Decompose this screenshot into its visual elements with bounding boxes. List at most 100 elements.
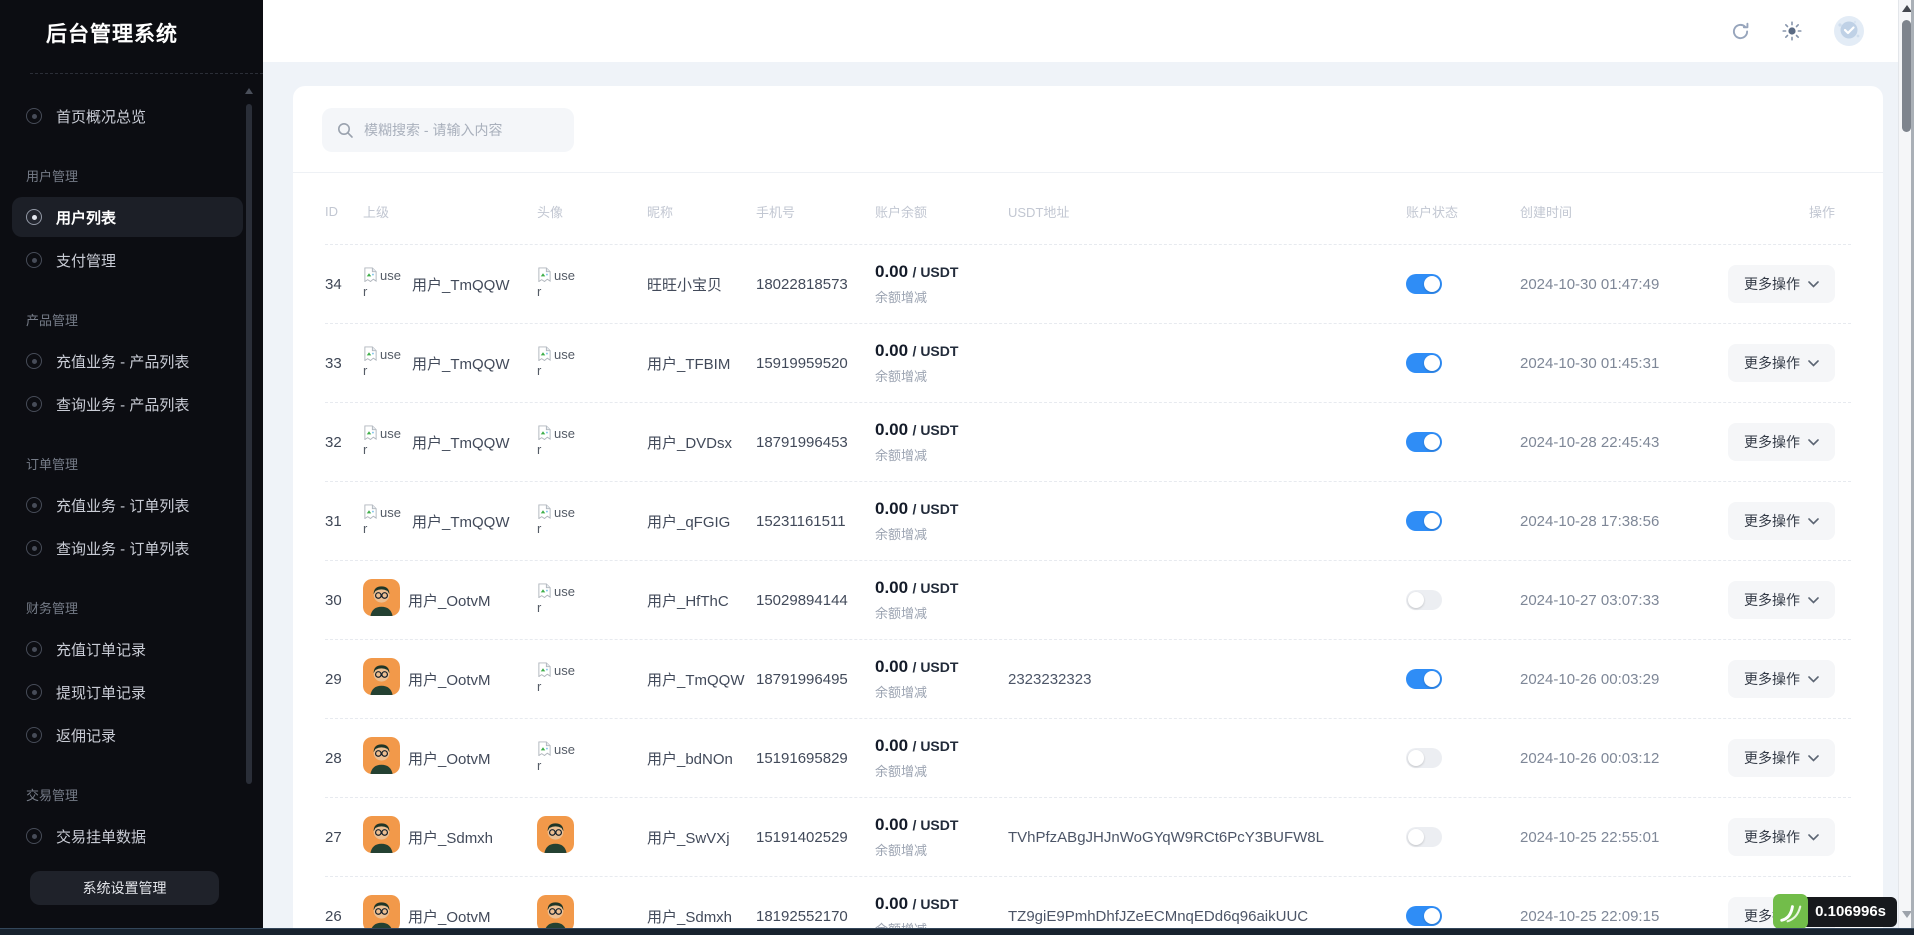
balance-adjust-link[interactable]: 余额增减 — [875, 445, 1008, 464]
cell-id: 33 — [325, 355, 363, 372]
page-load-time: 0.106996s — [1801, 897, 1897, 927]
balance-adjust-link[interactable]: 余额增减 — [875, 682, 1008, 701]
col-header-usdt: USDT地址 — [1008, 202, 1406, 221]
cell-balance: 0.00 / USDT 余额增减 — [875, 262, 1008, 306]
sidebar-item[interactable]: 查询业务 - 产品列表 — [12, 384, 243, 424]
user-list-card: ID 上级 头像 昵称 手机号 账户余额 USDT地址 账户状态 创建时间 操作… — [293, 86, 1883, 935]
sidebar-item[interactable]: 充值业务 - 订单列表 — [12, 485, 243, 525]
theme-toggle-icon[interactable] — [1781, 20, 1803, 42]
search-input[interactable] — [364, 122, 554, 138]
app-title: 后台管理系统 — [0, 0, 263, 48]
system-settings-button[interactable]: 系统设置管理 — [30, 871, 219, 905]
menu-dot-icon — [26, 727, 42, 743]
balance-value: 0.00 — [875, 578, 908, 597]
more-actions-button[interactable]: 更多操作 — [1728, 660, 1835, 698]
parent-name: 用户_OotvM — [408, 906, 491, 927]
parent-name: 用户_TmQQW — [412, 353, 510, 374]
balance-adjust-link[interactable]: 余额增减 — [875, 287, 1008, 306]
user-avatar — [363, 658, 400, 695]
scroll-down-icon[interactable] — [1902, 911, 1912, 918]
col-header-actions: 操作 — [1739, 202, 1835, 221]
balance-value: 0.00 — [875, 736, 908, 755]
toggle-knob — [1424, 355, 1440, 371]
thinkphp-trace-icon[interactable] — [1773, 894, 1808, 929]
status-toggle[interactable] — [1406, 669, 1442, 689]
more-actions-button[interactable]: 更多操作 — [1728, 581, 1835, 619]
sidebar-item[interactable]: 充值订单记录 — [12, 629, 243, 669]
status-toggle[interactable] — [1406, 590, 1442, 610]
status-toggle[interactable] — [1406, 274, 1442, 294]
page-scrollbar[interactable] — [1898, 0, 1914, 928]
menu-dot-icon — [26, 641, 42, 657]
broken-image-icon: user — [363, 346, 404, 380]
parent-name: 用户_Sdmxh — [408, 827, 493, 848]
table-row: 34 user 用户_TmQQW user 旺旺小宝贝 18022818573 … — [325, 245, 1851, 324]
cell-actions: 更多操作 — [1739, 423, 1835, 461]
status-toggle[interactable] — [1406, 906, 1442, 926]
more-actions-button[interactable]: 更多操作 — [1728, 502, 1835, 540]
cell-status — [1406, 511, 1520, 531]
page-scroll-thumb[interactable] — [1902, 20, 1911, 132]
cell-actions: 更多操作 — [1739, 502, 1835, 540]
status-toggle[interactable] — [1406, 353, 1442, 373]
chevron-down-icon — [1808, 281, 1819, 288]
more-actions-button[interactable]: 更多操作 — [1728, 739, 1835, 777]
balance-unit: / USDT — [913, 422, 959, 438]
balance-value: 0.00 — [875, 815, 908, 834]
balance-unit: / USDT — [913, 580, 959, 596]
menu-dot-icon — [26, 497, 42, 513]
sidebar-item[interactable]: 支付管理 — [12, 240, 243, 280]
menu-dot-icon — [26, 540, 42, 556]
debug-badge: 0.106996s — [1773, 894, 1897, 929]
refresh-icon[interactable] — [1730, 21, 1751, 42]
sidebar-item[interactable]: 返佣记录 — [12, 715, 243, 755]
parent-avatar-slot — [363, 579, 400, 621]
scroll-up-icon[interactable] — [1902, 5, 1912, 12]
sidebar-item[interactable]: 查询业务 - 订单列表 — [12, 528, 243, 568]
parent-avatar-slot — [363, 658, 400, 700]
sidebar-item-home[interactable]: 首页概况总览 — [12, 96, 243, 136]
col-header-status: 账户状态 — [1406, 202, 1520, 221]
sidebar-scrollbar[interactable] — [246, 88, 252, 935]
balance-value: 0.00 — [875, 499, 908, 518]
status-toggle[interactable] — [1406, 827, 1442, 847]
more-actions-button[interactable]: 更多操作 — [1728, 423, 1835, 461]
cell-created-at: 2024-10-28 22:45:43 — [1520, 434, 1739, 451]
cell-avatar: user — [537, 267, 647, 301]
avatar-slot: user — [537, 757, 578, 774]
avatar-slot: user — [537, 520, 578, 537]
col-header-nickname: 昵称 — [647, 202, 756, 221]
menu-dot-icon — [26, 353, 42, 369]
balance-adjust-link[interactable]: 余额增减 — [875, 603, 1008, 622]
sidebar-item[interactable]: 充值业务 - 产品列表 — [12, 341, 243, 381]
status-toggle[interactable] — [1406, 432, 1442, 452]
sidebar-groups: 用户管理 用户列表 支付管理 产品管理 充值业务 - 产品列表 查询业务 - 产… — [12, 166, 243, 856]
search-box[interactable] — [322, 108, 574, 152]
avatar-slot: user — [537, 599, 578, 616]
more-actions-button[interactable]: 更多操作 — [1728, 344, 1835, 382]
sidebar-item[interactable]: 用户列表 — [12, 197, 243, 237]
scroll-up-icon[interactable] — [245, 88, 253, 94]
balance-adjust-link[interactable]: 余额增减 — [875, 524, 1008, 543]
avatar-slot: user — [537, 362, 578, 379]
table-row: 26 用户_OotvM 用户_Sdmxh 18192552170 0.00 / … — [325, 877, 1851, 935]
balance-unit: / USDT — [913, 817, 959, 833]
more-actions-button[interactable]: 更多操作 — [1728, 265, 1835, 303]
balance-adjust-link[interactable]: 余额增减 — [875, 761, 1008, 780]
more-actions-button[interactable]: 更多操作 — [1728, 818, 1835, 856]
sidebar-scroll-thumb[interactable] — [246, 104, 252, 784]
user-avatar — [363, 816, 400, 853]
cell-nickname: 用户_SwVXj — [647, 827, 756, 848]
cell-parent: 用户_OotvM — [363, 579, 537, 621]
balance-adjust-link[interactable]: 余额增减 — [875, 366, 1008, 385]
balance-unit: / USDT — [913, 738, 959, 754]
broken-image-icon: user — [537, 504, 578, 538]
broken-image-icon: user — [363, 504, 404, 538]
status-toggle[interactable] — [1406, 748, 1442, 768]
sidebar-item[interactable]: 交易挂单数据 — [12, 816, 243, 856]
balance-adjust-link[interactable]: 余额增减 — [875, 840, 1008, 859]
status-toggle[interactable] — [1406, 511, 1442, 531]
sidebar-item[interactable]: 提现订单记录 — [12, 672, 243, 712]
user-profile-icon[interactable] — [1833, 15, 1865, 47]
chevron-down-icon — [1808, 834, 1819, 841]
